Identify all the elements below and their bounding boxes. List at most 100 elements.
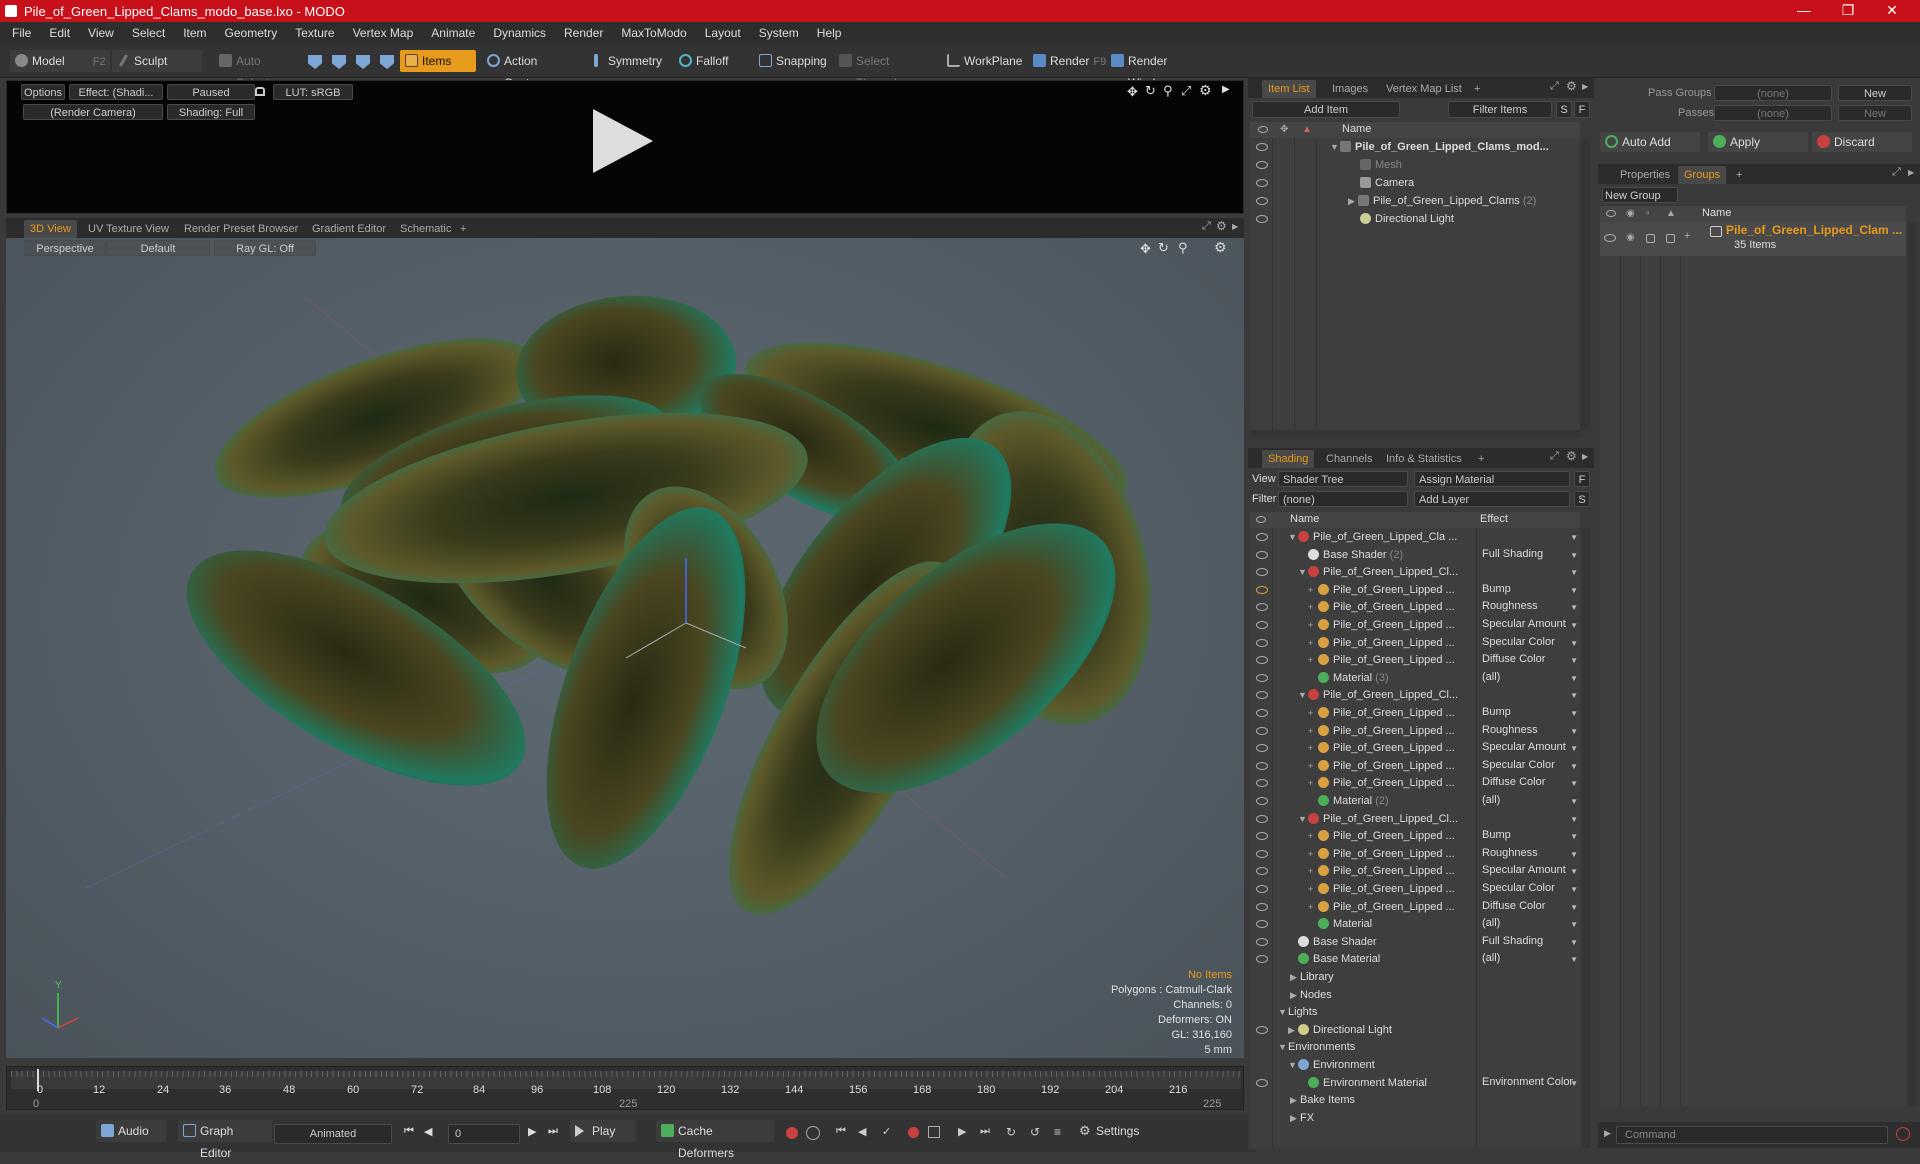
passes-dropdown[interactable]: (none) [1714, 105, 1832, 121]
shading-add-tab[interactable]: + [1472, 450, 1490, 468]
command-expand-icon[interactable]: ▶ [1604, 1128, 1611, 1139]
shader-tree-row[interactable]: ▶ Library [1290, 968, 1334, 986]
assign-material-button[interactable]: Assign Material [1414, 471, 1570, 487]
shader-tree-row[interactable]: Base Material [1288, 950, 1380, 968]
preview-expand-icon[interactable]: ▶ [1222, 84, 1230, 95]
shader-tree-row[interactable]: ▶ Nodes [1290, 986, 1332, 1004]
viewport-expand-icon[interactable]: ▶ [1232, 222, 1238, 231]
select-through-button[interactable]: Select Through [834, 50, 934, 90]
shader-row-effect[interactable]: Roughness ▼ [1482, 724, 1578, 736]
polygons-mode-icon[interactable] [356, 55, 370, 69]
expand-icon[interactable]: + [1308, 651, 1318, 669]
shader-row-eye-icon[interactable] [1256, 779, 1268, 788]
tab-gradient-editor[interactable]: Gradient Editor [306, 220, 392, 238]
audio-button[interactable]: Audio [96, 1120, 166, 1142]
shader-tree-row[interactable]: ▶ Bake Items [1290, 1091, 1355, 1109]
shader-row-effect[interactable]: Specular Color ▼ [1482, 636, 1578, 648]
cache-deformers-button[interactable]: Cache Deformers [656, 1120, 774, 1160]
shading-f-button[interactable]: F [1574, 471, 1590, 487]
menu-texture[interactable]: Texture [286, 26, 343, 40]
go-start-icon[interactable]: ⏮ [404, 1125, 414, 1138]
shader-tree-row[interactable]: ▼ Pile_of_Green_Lipped_Cl... [1298, 810, 1458, 828]
prev-key-icon[interactable]: ◀ [424, 1125, 432, 1138]
shader-row-eye-icon[interactable] [1256, 585, 1268, 594]
collapse-icon[interactable]: ▼ [1288, 528, 1298, 546]
preview-effect-dropdown[interactable]: Effect: (Shadi... [69, 84, 163, 100]
shader-row-eye-icon[interactable] [1256, 533, 1268, 541]
item-directional-light[interactable]: Directional Light [1360, 210, 1454, 228]
viewport-maximize-icon[interactable]: ⤢ [1202, 220, 1211, 233]
menu-geometry[interactable]: Geometry [216, 26, 287, 40]
shader-row-eye-icon[interactable] [1256, 603, 1268, 612]
key-forward-icon[interactable]: ▶ [958, 1125, 966, 1138]
shader-row-effect[interactable]: Roughness ▼ [1482, 600, 1578, 612]
next-key-icon[interactable]: ▶ [528, 1125, 536, 1138]
rotate-view-icon[interactable]: ↻ [1145, 83, 1156, 99]
view-dropdown[interactable]: Shader Tree [1278, 471, 1408, 487]
shader-row-eye-icon[interactable] [1256, 937, 1268, 946]
sync-icon[interactable]: ↺ [1030, 1125, 1040, 1139]
shader-row-effect[interactable]: (all) ▼ [1482, 952, 1578, 964]
shader-tree-row[interactable]: Base Shader [1288, 933, 1377, 951]
go-end-icon[interactable]: ⏭ [548, 1125, 558, 1138]
shader-tree-row[interactable]: Material (3) [1308, 669, 1389, 687]
shader-row-effect[interactable]: (all) ▼ [1482, 671, 1578, 683]
new-group-button[interactable]: New Group [1602, 187, 1678, 203]
filter-dropdown[interactable]: (none) [1278, 491, 1408, 507]
shader-tree-row[interactable]: ▼ Environment [1288, 1056, 1375, 1074]
expand-icon[interactable]: ▶ [1290, 1109, 1300, 1127]
shader-tree-row[interactable]: + Pile_of_Green_Lipped ... [1308, 581, 1455, 599]
groups-maximize-icon[interactable]: ⤢ [1892, 166, 1901, 179]
tab-render-preset-browser[interactable]: Render Preset Browser [178, 220, 304, 238]
preview-paused-button[interactable]: Paused [167, 84, 255, 100]
groups-scrollbar[interactable] [1908, 222, 1916, 1106]
render-window-button[interactable]: Render Window [1106, 50, 1212, 90]
item-list-maximize-icon[interactable]: ⤢ [1550, 80, 1559, 93]
item-list-scrollbar[interactable] [1580, 138, 1590, 430]
shader-row-eye-icon[interactable] [1256, 550, 1268, 559]
shader-tree-row[interactable]: + Pile_of_Green_Lipped ... [1308, 845, 1455, 863]
shader-tree-row[interactable]: + Pile_of_Green_Lipped ... [1308, 862, 1455, 880]
shader-row-eye-icon[interactable] [1256, 726, 1268, 735]
preview-gear-icon[interactable]: ⚙ [1199, 82, 1212, 99]
collapse-icon[interactable]: ▼ [1298, 563, 1308, 581]
add-layer-dropdown[interactable]: Add Layer [1414, 491, 1570, 507]
shader-row-effect[interactable]: Specular Amount ▼ [1482, 864, 1578, 876]
expand-icon[interactable]: + [1308, 722, 1318, 740]
graph-editor-button[interactable]: Graph Editor [178, 1120, 272, 1160]
shader-row-eye-icon[interactable] [1256, 1078, 1268, 1087]
collapse-icon[interactable]: ▼ [1298, 686, 1308, 704]
lock-icon[interactable] [255, 87, 265, 96]
shader-row-eye-icon[interactable] [1256, 920, 1268, 929]
group-render-icon[interactable]: ◉ [1626, 232, 1635, 243]
shader-tree-row[interactable]: ▼ Pile_of_Green_Lipped_Cl... [1298, 563, 1458, 581]
key-record-icon[interactable] [908, 1127, 919, 1138]
shader-row-eye-icon[interactable] [1256, 691, 1268, 700]
expand-icon[interactable]: + [1308, 774, 1318, 792]
expand-icon[interactable]: ▼ [1330, 138, 1340, 156]
materials-mode-icon[interactable] [380, 55, 394, 69]
apply-button[interactable]: Apply [1708, 132, 1808, 152]
add-item-dropdown[interactable]: Add Item [1252, 101, 1400, 118]
menu-dynamics[interactable]: Dynamics [484, 26, 555, 40]
item-list-f-button[interactable]: F [1574, 101, 1590, 118]
shader-tree-row[interactable]: + Pile_of_Green_Lipped ... [1308, 739, 1455, 757]
shader-tree-row[interactable]: + Pile_of_Green_Lipped ... [1308, 880, 1455, 898]
shader-row-effect[interactable]: Diffuse Color ▼ [1482, 776, 1578, 788]
shader-tree-row[interactable]: Environment Material [1298, 1074, 1427, 1092]
menu-vertex-map[interactable]: Vertex Map [344, 26, 423, 40]
discard-button[interactable]: Discard [1812, 132, 1912, 152]
timeline[interactable]: 0 12 24 36 48 60 72 84 96 108 120 132 14… [6, 1066, 1244, 1110]
row1-eye-icon[interactable] [1256, 161, 1268, 169]
expand-icon[interactable]: ▶ [1290, 1091, 1300, 1109]
shader-tree-row[interactable]: + Pile_of_Green_Lipped ... [1308, 616, 1455, 634]
shading-gear-icon[interactable]: ⚙ [1566, 449, 1577, 463]
expand-icon[interactable]: + [1308, 845, 1318, 863]
model-mode-button[interactable]: Model F2 [10, 50, 110, 72]
expand-icon[interactable]: + [1308, 880, 1318, 898]
shader-row-effect[interactable]: Specular Color ▼ [1482, 882, 1578, 894]
row2-eye-icon[interactable] [1256, 179, 1268, 187]
settings-button[interactable]: ⚙ Settings [1074, 1120, 1146, 1142]
shader-row-eye-icon[interactable] [1256, 849, 1268, 858]
shader-row-eye-icon[interactable] [1256, 744, 1268, 753]
